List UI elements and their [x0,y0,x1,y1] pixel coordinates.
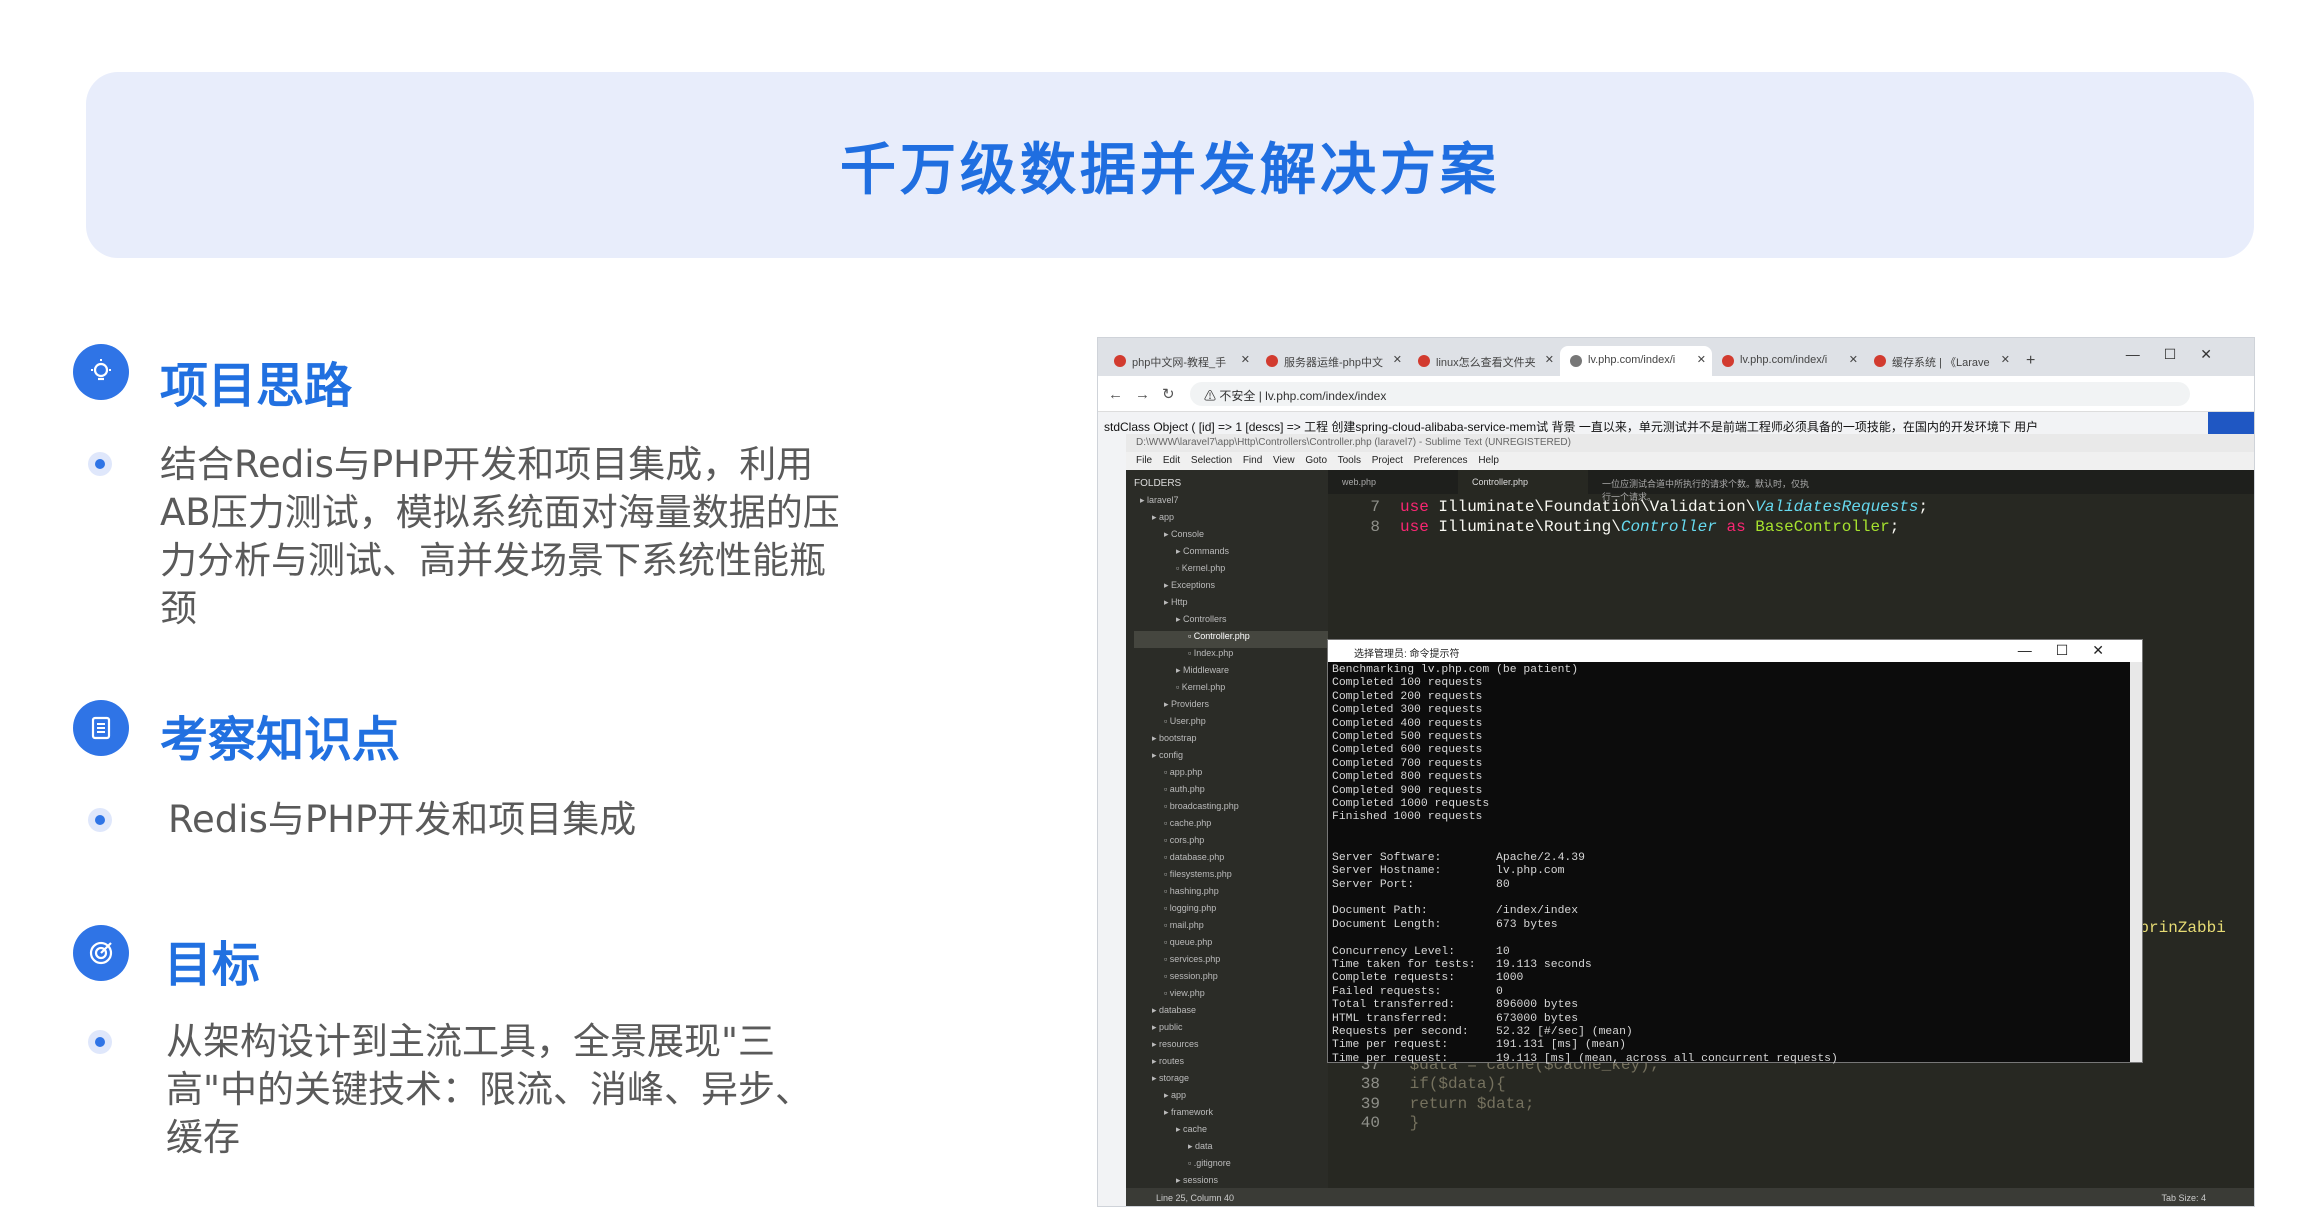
folder-sidebar: FOLDERS ▸ laravel7 ▸ app ▸ Console ▸ Comman… [1126,470,1328,1188]
target-icon [73,925,129,981]
window-controls[interactable]: —☐✕ [2126,346,2236,363]
lightbulb-icon [73,344,129,400]
tree-item[interactable]: ▫ .gitignore [1134,1158,1328,1175]
editor-tab[interactable]: web.php [1328,470,1458,494]
bullet-dot [88,452,112,476]
sublime-title: D:\WWW\laravel7\app\Http\Controllers\Con… [1126,434,2254,452]
cmd-output: Benchmarking lv.php.com (be patient) Com… [1332,664,1838,1065]
page-output: stdClass Object ( [id] => 1 [descs] => 工… [1104,420,2039,434]
tree-item[interactable]: ▫ logging.php [1134,903,1328,920]
close-icon[interactable]: ✕ [1241,353,1250,366]
section-title-goal: 目标 [164,937,261,993]
tree-item[interactable]: ▸ framework [1134,1107,1328,1124]
section-text-goal: 从架构设计到主流工具，全景展现"三高"中的关键技术：限流、消峰、异步、缓存 [166,1020,813,1159]
tree-item[interactable]: ▸ Providers [1134,699,1328,716]
browser-tab[interactable]: lv.php.com/index/i ✕ [1712,346,1864,376]
scrollbar[interactable] [2130,662,2142,1062]
tree-item[interactable]: ▸ public [1134,1022,1328,1039]
sublime-window: D:\WWW\laravel7\app\Http\Controllers\Con… [1126,434,2254,1206]
tree-item[interactable]: ▫ Kernel.php [1134,682,1328,699]
tree-item[interactable]: ▫ cache.php [1134,818,1328,835]
tree-item[interactable]: ▫ session.php [1134,971,1328,988]
section-text-approach: 结合Redis与PHP开发和项目集成，利用AB压力测试，模拟系统面对海量数据的压… [160,443,840,630]
editor-tab[interactable]: 一位应测试合道中所执行的请求个数。默认时，仅执行一个请求。 [1588,470,1828,502]
code-lines-top: 7 use Illuminate\Foundation\Validation\Va… [1370,498,1929,536]
nav-buttons[interactable]: ←→↻ [1108,385,1187,403]
new-tab-icon[interactable]: + [2016,352,2035,376]
tree-item[interactable]: ▸ database [1134,1005,1328,1022]
tree-item[interactable]: ▸ Http [1134,597,1328,614]
browser-tab[interactable]: linux怎么查看文件夹 ✕ [1408,346,1560,376]
browser-tab[interactable]: php中文网-教程_手 ✕ [1104,346,1256,376]
tree-item[interactable]: ▫ Kernel.php [1134,563,1328,580]
tree-item[interactable]: ▫ broadcasting.php [1134,801,1328,818]
close-icon[interactable]: ✕ [1849,353,1858,366]
browser-tab[interactable]: 缓存系统 | 《Larave ✕ [1864,346,2016,376]
section-title-approach: 项目思路 [160,358,353,414]
tree-item[interactable]: ▫ auth.php [1134,784,1328,801]
cmd-titlebar: 选择管理员: 命令提示符 —☐✕ [1328,640,2142,662]
tree-item[interactable]: ▸ config [1134,750,1328,767]
tree-item[interactable]: ▫ services.php [1134,954,1328,971]
close-icon[interactable]: ✕ [1697,353,1706,366]
status-bar: Line 25, Column 40 Tab Size: 4 [1126,1188,2254,1206]
bullet-dot [88,1030,112,1054]
tree-item[interactable]: ▫ database.php [1134,852,1328,869]
tree-item[interactable]: ▫ app.php [1134,767,1328,784]
tree-item[interactable]: ▸ storage [1134,1073,1328,1090]
tree-item[interactable]: ▸ Controllers [1134,614,1328,631]
url-field[interactable]: ⚠ 不安全 | lv.php.com/index/index [1190,382,2190,406]
tree-item[interactable]: ▫ filesystems.php [1134,869,1328,886]
tree-item[interactable]: ▸ app [1134,512,1328,529]
tree-item[interactable]: ▫ Controller.php [1134,631,1328,648]
demo-screenshot: php中文网-教程_手 ✕ 服务器运维-php中文 ✕ linux怎么查看文件夹 ✕ … [1097,337,2255,1207]
address-bar: ←→↻ ⚠ 不安全 | lv.php.com/index/index [1098,376,2254,412]
page-title: 千万级数据并发解决方案 [840,137,1500,203]
tree-item[interactable]: ▸ resources [1134,1039,1328,1056]
section-title-knowledge: 考察知识点 [160,712,401,768]
tree-item[interactable]: ▸ Console [1134,529,1328,546]
tree-item[interactable]: ▫ User.php [1134,716,1328,733]
editor-tab-active[interactable]: Controller.php [1458,470,1588,494]
window-controls[interactable]: —☐✕ [2018,642,2128,659]
tree-item[interactable]: ▫ hashing.php [1134,886,1328,903]
tree-item[interactable]: ▫ cors.php [1134,835,1328,852]
tree-item[interactable]: ▸ bootstrap [1134,733,1328,750]
tree-item[interactable]: ▸ app [1134,1090,1328,1107]
tree-item[interactable]: ▸ cache [1134,1124,1328,1141]
section-text-knowledge: Redis与PHP开发和项目集成 [168,798,637,841]
tree-item[interactable]: ▸ Exceptions [1134,580,1328,597]
bullet-dot [88,808,112,832]
browser-tab[interactable]: 服务器运维-php中文 ✕ [1256,346,1408,376]
tree-item[interactable]: ▸ data [1134,1141,1328,1158]
browser-tabbar: php中文网-教程_手 ✕ 服务器运维-php中文 ✕ linux怎么查看文件夹 ✕ … [1098,338,2254,376]
tree-item[interactable]: ▫ view.php [1134,988,1328,1005]
tree-item[interactable]: ▫ mail.php [1134,920,1328,937]
document-icon [73,700,129,756]
tree-item[interactable]: ▫ Index.php [1134,648,1328,665]
tree-item[interactable]: ▸ laravel7 [1134,495,1328,512]
tree-item[interactable]: ▸ Commands [1134,546,1328,563]
editor-tabs: web.php Controller.php 一位应测试合道中所执行的请求个数。… [1328,470,2254,502]
title-banner: 千万级数据并发解决方案 [86,72,2254,258]
tree-item[interactable]: ▫ queue.php [1134,937,1328,954]
close-icon[interactable]: ✕ [1393,353,1402,366]
tree-item[interactable]: ▸ Middleware [1134,665,1328,682]
browser-tab-active[interactable]: lv.php.com/index/i ✕ [1560,346,1712,376]
sublime-menu[interactable]: File Edit Selection Find View Goto Tools… [1126,452,2254,470]
command-prompt-window: 选择管理员: 命令提示符 —☐✕ Benchmarking lv.php.com … [1327,639,2143,1065]
close-icon[interactable]: ✕ [2001,353,2010,366]
folder-tree[interactable]: ▸ laravel7 ▸ app ▸ Console ▸ Commands ▫ Kern… [1134,495,1328,1188]
tree-item[interactable]: ▸ sessions [1134,1175,1328,1188]
close-icon[interactable]: ✕ [1545,353,1554,366]
tree-item[interactable]: ▸ routes [1134,1056,1328,1073]
